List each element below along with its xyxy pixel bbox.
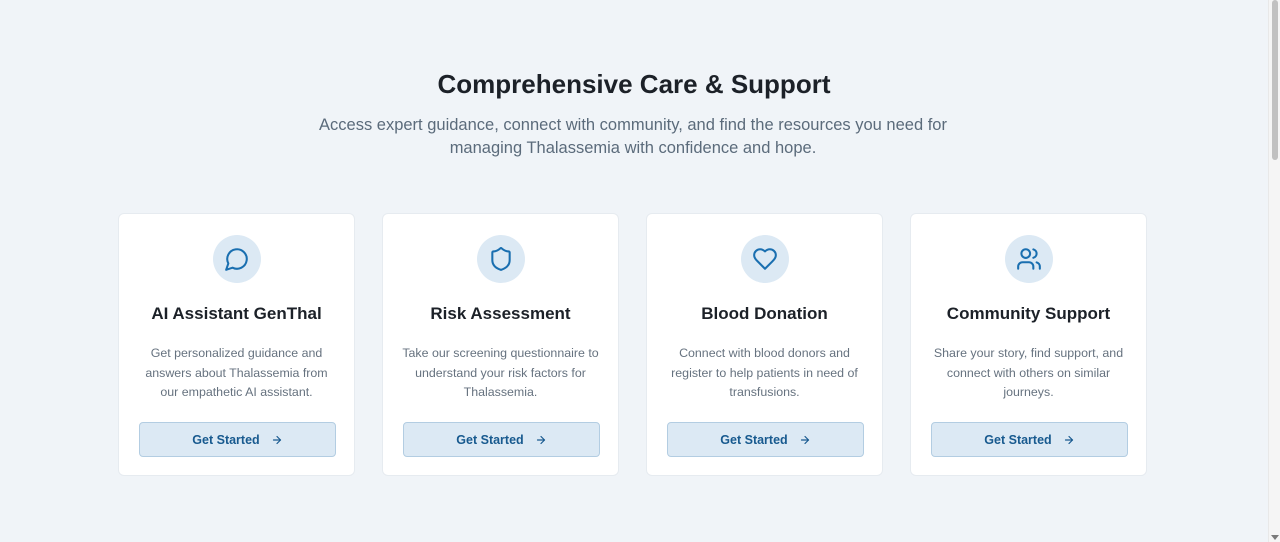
card-description: Share your story, find support, and conn… [933,346,1124,399]
chat-bubble-icon [212,235,261,283]
card-ai-assistant: AI Assistant GenThal Get personalized gu… [118,213,355,476]
arrow-right-icon [1064,435,1073,444]
button-label: Get Started [720,432,788,447]
card-description: Connect with blood donors and register t… [671,346,858,399]
page: Comprehensive Care & Support Access expe… [0,0,1268,542]
card-title: AI Assistant GenThal [151,304,322,323]
card-description: Get personalized guidance and answers ab… [145,346,328,399]
shield-icon [476,235,525,283]
arrow-right-icon [800,435,809,444]
users-icon [1004,235,1053,283]
button-label: Get Started [456,432,524,447]
heart-icon [740,235,789,283]
subtitle-line-1: Access expert guidance, connect with com… [319,116,947,134]
section-subtitle: Access expert guidance, connect with com… [300,114,966,160]
get-started-button-community-support[interactable]: Get Started [931,422,1128,457]
card-description: Take our screening questionnaire to unde… [402,346,599,399]
button-label: Get Started [192,432,260,447]
subtitle-line-2: managing Thalassemia with confidence and… [449,139,817,157]
card-community-support: Community Support Share your story, find… [910,213,1147,476]
get-started-button-risk-assessment[interactable]: Get Started [403,422,600,457]
button-label: Get Started [984,432,1052,447]
scrollbar-thumb[interactable] [1272,0,1278,160]
get-started-button-ai-assistant[interactable]: Get Started [139,422,336,457]
section-title: Comprehensive Care & Support [437,69,831,99]
card-title: Community Support [946,304,1111,323]
scroll-down-arrow-icon[interactable] [1271,535,1279,540]
arrow-right-icon [272,435,281,444]
vertical-scrollbar[interactable] [1268,0,1280,542]
get-started-button-blood-donation[interactable]: Get Started [667,422,864,457]
card-title: Risk Assessment [430,304,571,323]
card-blood-donation: Blood Donation Connect with blood donors… [646,213,883,476]
card-title: Blood Donation [701,304,828,323]
card-risk-assessment: Risk Assessment Take our screening quest… [382,213,619,476]
arrow-right-icon [536,435,545,444]
